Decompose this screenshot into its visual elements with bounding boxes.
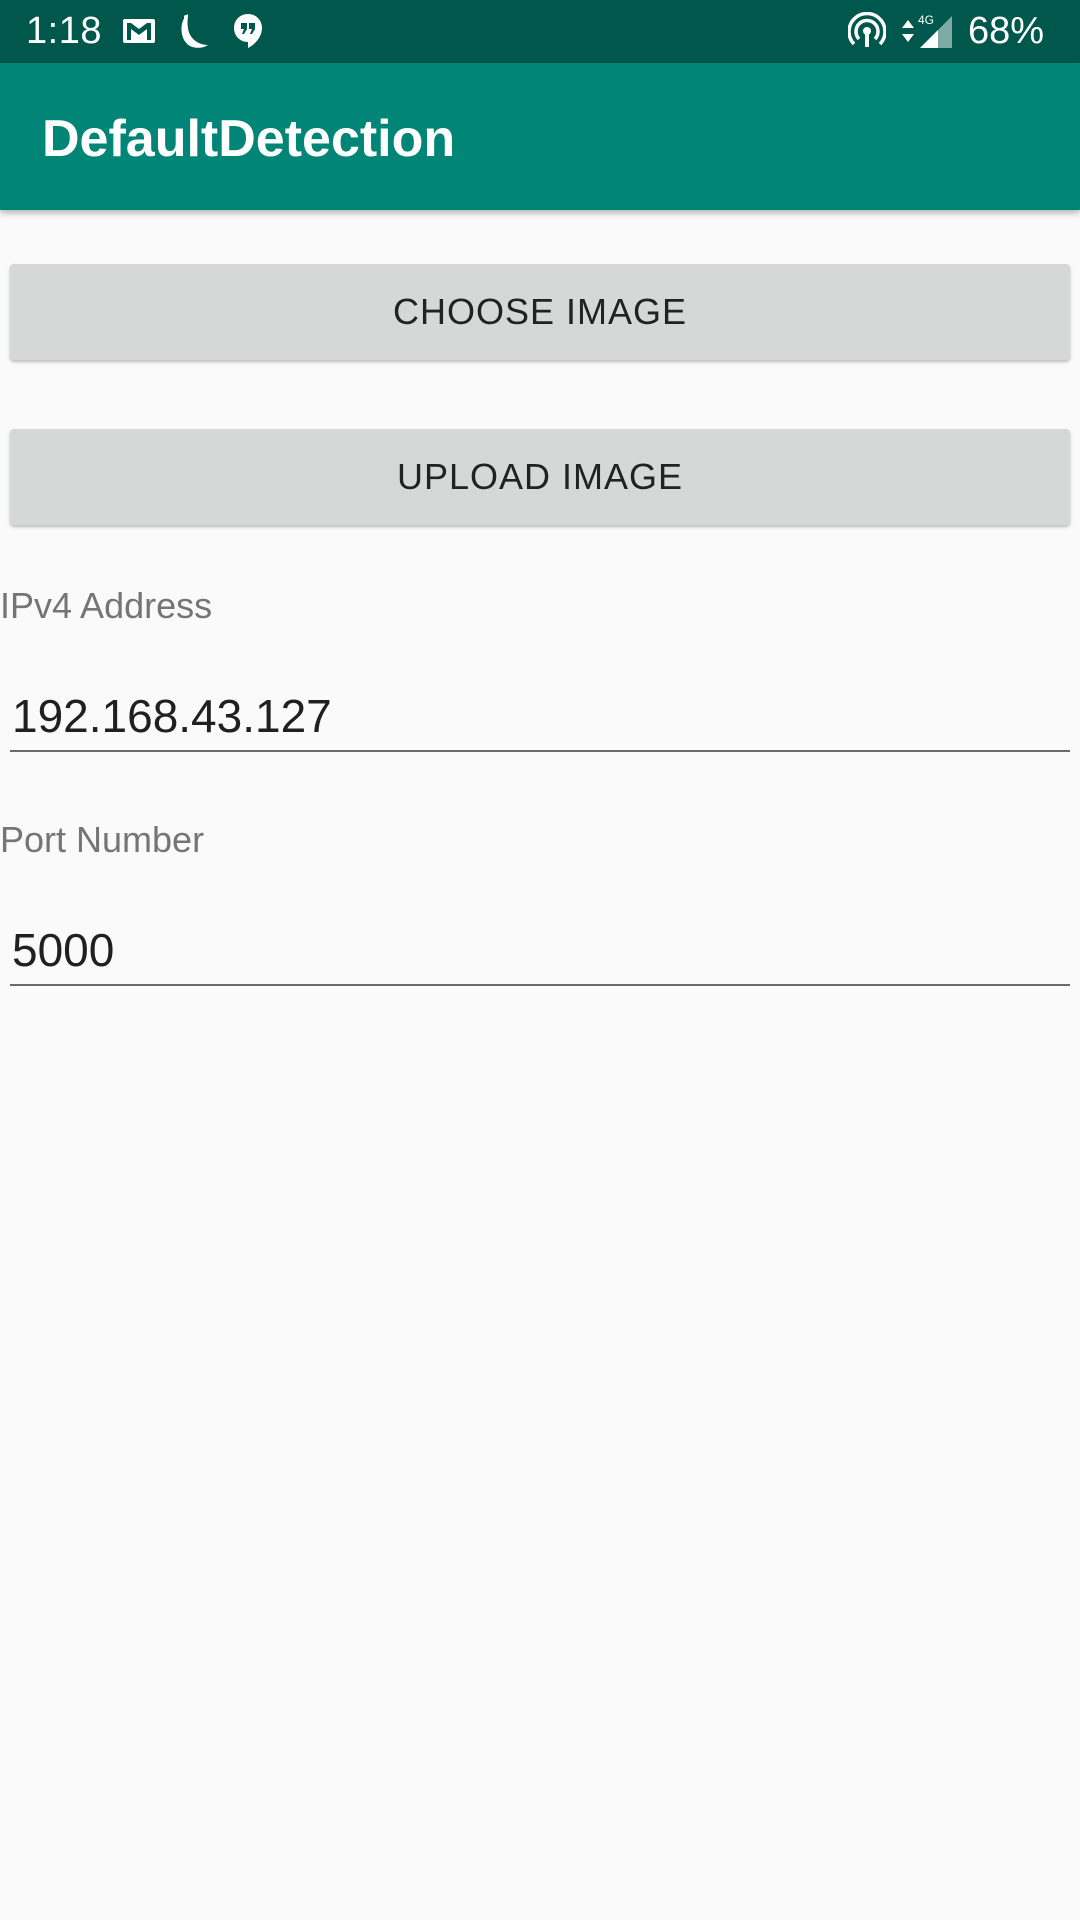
network-type: 4G [918, 13, 934, 27]
battery-percent: 68% [967, 10, 1044, 52]
ip-address-input[interactable] [10, 682, 1070, 752]
gmail-icon [123, 19, 155, 43]
port-number-label: Port Number [0, 819, 205, 860]
signal-icon: 4G [918, 13, 952, 48]
ip-address-label: IPv4 Address [0, 585, 213, 626]
app-bar: DefaultDetection [0, 63, 1080, 210]
choose-image-button[interactable]: CHOOSE IMAGE [10, 264, 1070, 360]
status-bar: 1:18 4G 68% [0, 0, 1080, 63]
upload-image-button[interactable]: UPLOAD IMAGE [10, 429, 1070, 525]
hangouts-icon [234, 14, 262, 48]
moon-crescent-icon [181, 14, 208, 48]
port-number-input[interactable] [10, 916, 1070, 986]
data-arrows-icon [902, 20, 914, 42]
hotspot-icon [848, 12, 886, 47]
app-title: DefaultDetection [42, 110, 456, 168]
status-time: 1:18 [26, 10, 102, 52]
